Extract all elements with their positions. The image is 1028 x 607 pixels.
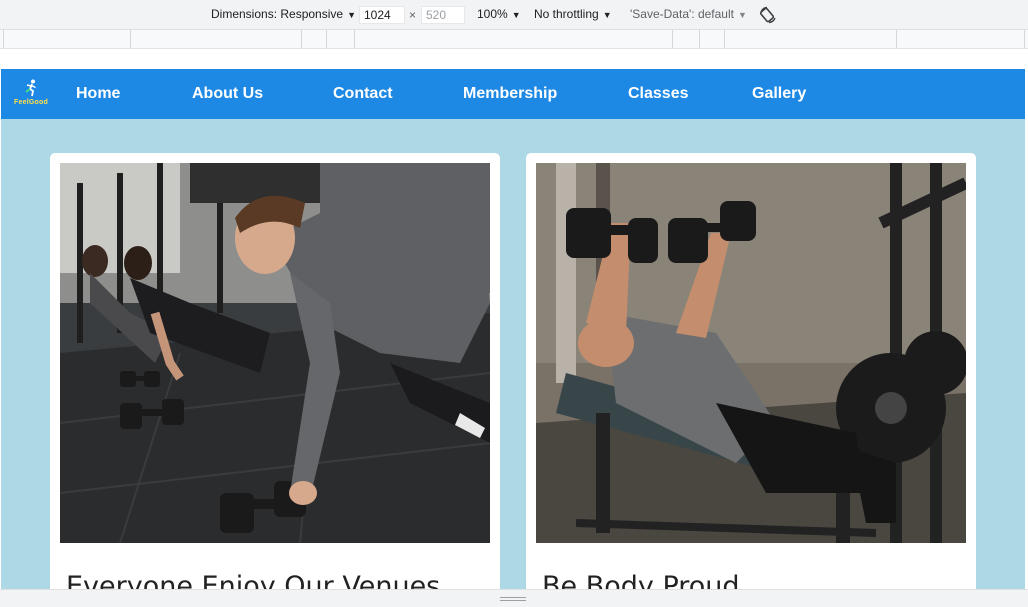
width-input[interactable]: 1024 (359, 6, 405, 24)
dimensions-label: Dimensions: Responsive (211, 7, 344, 21)
zoom-label: 100% (477, 7, 508, 21)
throttling-label: No throttling (534, 7, 599, 21)
times-sign: × (409, 8, 417, 22)
ruler-segment[interactable] (354, 30, 355, 48)
ruler-segment[interactable] (3, 30, 4, 48)
nav-classes[interactable]: Classes (628, 85, 689, 103)
caret-down-icon: ▼ (737, 10, 747, 20)
save-data-dropdown[interactable]: 'Save-Data': default ▼ (630, 7, 747, 21)
venue-card: Everyone Enjoy Our Venues (50, 153, 500, 589)
caret-down-icon: ▼ (602, 10, 612, 20)
save-data-label: 'Save-Data': default (630, 7, 734, 21)
site-logo[interactable]: FeelGood (4, 79, 58, 111)
media-query-ruler (0, 30, 1028, 49)
logo-text: FeelGood (14, 99, 48, 106)
ruler-segment[interactable] (1024, 30, 1025, 48)
height-input[interactable]: 520 (421, 6, 465, 24)
group-dumbbell-rows-photo (60, 163, 490, 543)
page-viewport: FeelGood Home About Us Contact Membershi… (1, 69, 1025, 589)
nav-home[interactable]: Home (76, 85, 120, 103)
runner-logo-icon (25, 79, 36, 97)
caret-down-icon: ▼ (511, 10, 521, 20)
zoom-dropdown[interactable]: 100% ▼ (477, 7, 521, 21)
rotate-icon[interactable] (759, 6, 777, 24)
ruler-segment[interactable] (896, 30, 897, 48)
caret-down-icon: ▼ (347, 10, 356, 20)
dimensions-dropdown[interactable]: Dimensions: Responsive ▼ (211, 7, 356, 21)
nav-membership[interactable]: Membership (463, 85, 557, 103)
resize-handle-icon[interactable] (500, 597, 526, 603)
toolbar-gap (0, 49, 1028, 69)
ruler-segment[interactable] (130, 30, 131, 48)
ruler-segment[interactable] (699, 30, 700, 48)
card-title: Be Body Proud (542, 571, 740, 589)
bench-dumbbell-press-photo (536, 163, 966, 543)
site-navbar: FeelGood Home About Us Contact Membershi… (1, 69, 1025, 119)
nav-contact[interactable]: Contact (333, 85, 393, 103)
ruler-segment[interactable] (301, 30, 302, 48)
throttling-dropdown[interactable]: No throttling ▼ (534, 7, 612, 21)
nav-gallery[interactable]: Gallery (752, 85, 806, 103)
venue-card: Be Body Proud (526, 153, 976, 589)
resize-strip (0, 589, 1028, 607)
devtools-device-toolbar: Dimensions: Responsive ▼ 1024 × 520 100% ▼… (0, 0, 1028, 30)
ruler-segment[interactable] (672, 30, 673, 48)
ruler-segment[interactable] (326, 30, 327, 48)
card-title: Everyone Enjoy Our Venues (66, 571, 441, 589)
nav-about-us[interactable]: About Us (192, 85, 263, 103)
ruler-segment[interactable] (724, 30, 725, 48)
